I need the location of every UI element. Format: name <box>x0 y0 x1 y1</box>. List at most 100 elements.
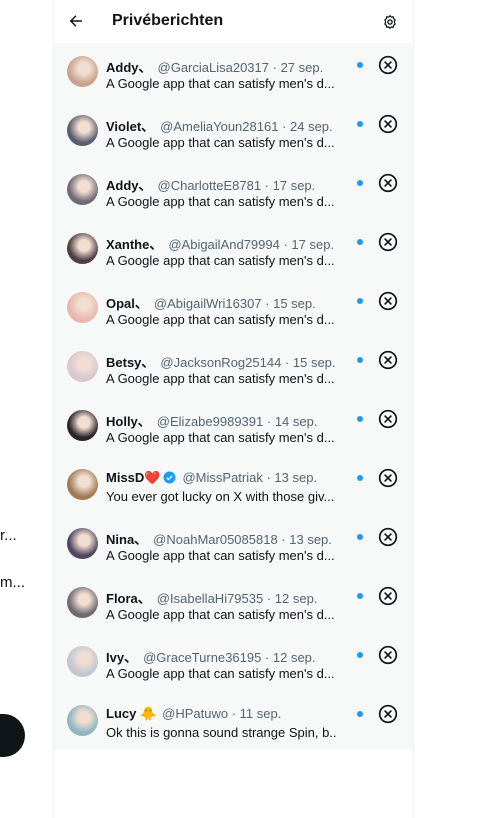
messages-panel: Privéberichten Addy、 @GarciaLisa20317 · 2… <box>53 0 414 818</box>
meta-separator: · <box>261 650 273 665</box>
sender-name: Betsy、 <box>106 355 155 370</box>
settings-button[interactable] <box>380 12 400 32</box>
message-preview: A Google app that can satisfy men's d... <box>106 135 335 150</box>
sender-handle: @AmeliaYoun28161 <box>160 119 279 134</box>
close-circle-icon <box>378 114 398 134</box>
avatar[interactable] <box>67 292 98 323</box>
message-preview: A Google app that can satisfy men's d... <box>106 607 335 622</box>
message-date: 11 sep. <box>239 706 282 721</box>
sender-name: Addy、 <box>106 60 152 75</box>
sender-handle: @AbigailAnd79994 <box>168 237 280 252</box>
message-date: 12 sep. <box>272 650 316 665</box>
message-preview: Ok this is gonna sound strange Spin, b..… <box>106 725 336 740</box>
meta-separator: · <box>228 706 240 721</box>
dismiss-conversation-button[interactable] <box>378 55 398 75</box>
message-date: 17 sep. <box>291 237 335 252</box>
sender-handle: @AbigailWri16307 <box>153 296 262 311</box>
meta-separator: · <box>261 178 273 193</box>
unread-dot-icon <box>357 239 363 245</box>
sender-handle: @GraceTurne36195 <box>143 650 262 665</box>
dismiss-conversation-button[interactable] <box>378 645 398 665</box>
message-date: 15 sep. <box>273 296 316 311</box>
conversation-row[interactable]: Opal、 @AbigailWri16307 · 15 sep. A Google … <box>54 279 413 338</box>
dismiss-conversation-button[interactable] <box>378 173 398 193</box>
unread-dot-icon <box>357 416 363 422</box>
conversation-row[interactable]: Ivy、 @GraceTurne36195 · 12 sep. A Google a… <box>54 633 413 692</box>
conversation-row[interactable]: Xanthe、 @AbigailAnd79994 · 17 sep. A Googl… <box>54 220 413 279</box>
dismiss-conversation-button[interactable] <box>378 527 398 547</box>
conversation-row[interactable]: Betsy、 @JacksonRog25144 · 15 sep. A Google… <box>54 338 413 397</box>
conversation-meta: Flora、 @IsabellaHi79535 · 12 sep. <box>106 588 317 607</box>
conversation-row[interactable]: Addy、 @GarciaLisa20317 · 27 sep. A Google … <box>54 43 413 102</box>
avatar[interactable] <box>67 351 98 382</box>
dismiss-conversation-button[interactable] <box>378 409 398 429</box>
close-circle-icon <box>378 350 398 370</box>
page-title: Privéberichten <box>112 12 224 29</box>
meta-separator: · <box>277 532 290 547</box>
avatar[interactable] <box>67 469 98 500</box>
dismiss-conversation-button[interactable] <box>378 232 398 252</box>
unread-dot-icon <box>357 298 363 304</box>
close-circle-icon <box>378 527 398 547</box>
conversation-meta: Xanthe、 @AbigailAnd79994 · 17 sep. <box>106 234 334 253</box>
sender-handle: @HPatuwo <box>162 706 229 721</box>
message-date: 14 sep. <box>274 414 318 429</box>
message-date: 15 sep. <box>292 355 336 370</box>
unread-dot-icon <box>357 357 363 363</box>
conversation-meta: Nina、 @NoahMar05085818 · 13 sep. <box>106 529 332 548</box>
close-circle-icon <box>378 291 398 311</box>
unread-dot-icon <box>357 180 363 186</box>
avatar[interactable] <box>67 528 98 559</box>
avatar[interactable] <box>67 705 98 736</box>
conversation-meta: MissD❤️ @MissPatriak · 13 sep. <box>106 470 317 486</box>
message-preview: A Google app that can satisfy men's d... <box>106 312 335 327</box>
conversation-meta: Violet、 @AmeliaYoun28161 · 24 sep. <box>106 116 333 135</box>
close-circle-icon <box>378 55 398 75</box>
conversation-row[interactable]: Flora、 @IsabellaHi79535 · 12 sep. A Google… <box>54 574 413 633</box>
message-preview: A Google app that can satisfy men's d... <box>106 76 335 91</box>
unread-dot-icon <box>357 62 363 68</box>
avatar[interactable] <box>67 587 98 618</box>
message-date: 27 sep. <box>280 60 324 75</box>
conversation-row[interactable]: Lucy 🐥 @HPatuwo · 11 sep. Ok this is gonna… <box>54 692 413 751</box>
meta-separator: · <box>263 414 275 429</box>
avatar[interactable] <box>67 115 98 146</box>
dismiss-conversation-button[interactable] <box>378 586 398 606</box>
conversation-row[interactable]: Nina、 @NoahMar05085818 · 13 sep. A Google … <box>54 515 413 574</box>
close-circle-icon <box>378 586 398 606</box>
conversation-row[interactable]: MissD❤️ @MissPatriak · 13 sep. You ever go… <box>54 456 413 515</box>
sender-handle: @IsabellaHi79535 <box>156 591 264 606</box>
close-circle-icon <box>378 468 398 488</box>
sender-name: Violet、 <box>106 119 155 134</box>
back-button[interactable] <box>64 9 88 33</box>
dismiss-conversation-button[interactable] <box>378 350 398 370</box>
conversation-row[interactable]: Violet、 @AmeliaYoun28161 · 24 sep. A Googl… <box>54 102 413 161</box>
avatar[interactable] <box>67 646 98 677</box>
conversation-list: Addy、 @GarciaLisa20317 · 27 sep. A Google … <box>54 43 413 750</box>
meta-separator: · <box>278 119 290 134</box>
sender-handle: @GarciaLisa20317 <box>157 60 269 75</box>
avatar[interactable] <box>67 233 98 264</box>
dismiss-conversation-button[interactable] <box>378 468 398 488</box>
sender-name: Nina、 <box>106 532 148 547</box>
background-post-button[interactable] <box>0 714 25 757</box>
conversation-row[interactable]: Holly、 @Elizabe9989391 · 14 sep. A Google … <box>54 397 413 456</box>
sender-name: Opal、 <box>106 296 148 311</box>
unread-dot-icon <box>357 711 363 717</box>
meta-separator: · <box>261 296 274 311</box>
unread-dot-icon <box>357 652 363 658</box>
dismiss-conversation-button[interactable] <box>378 704 398 724</box>
arrow-left-icon <box>69 15 82 27</box>
message-preview: A Google app that can satisfy men's d... <box>106 430 335 445</box>
conversation-row[interactable]: Addy、 @CharlotteE8781 · 17 sep. A Google a… <box>54 161 413 220</box>
avatar[interactable] <box>67 174 98 205</box>
avatar[interactable] <box>67 410 98 441</box>
avatar[interactable] <box>67 56 98 87</box>
dismiss-conversation-button[interactable] <box>378 114 398 134</box>
meta-separator: · <box>262 470 275 485</box>
close-circle-icon <box>378 232 398 252</box>
background-text-fragment: m... <box>0 574 25 591</box>
conversation-meta: Lucy 🐥 @HPatuwo · 11 sep. <box>106 706 281 722</box>
dismiss-conversation-button[interactable] <box>378 291 398 311</box>
sender-name: Holly、 <box>106 414 151 429</box>
